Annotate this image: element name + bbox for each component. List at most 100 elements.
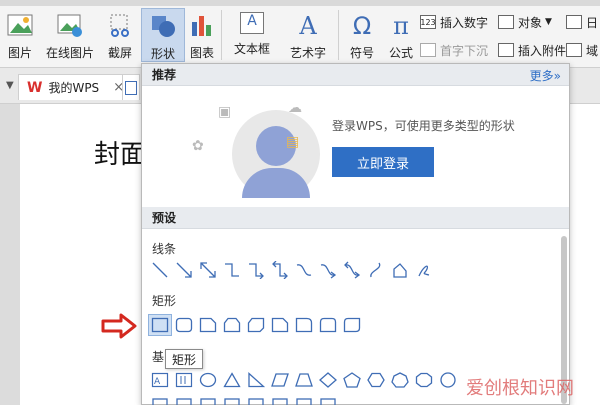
recommend-title: 推荐 bbox=[152, 68, 177, 82]
preset-title: 预设 bbox=[152, 211, 177, 225]
omega-glyph: Ω bbox=[352, 12, 372, 40]
shape-snip-round-corner[interactable] bbox=[268, 314, 292, 336]
object-label: 对象 bbox=[518, 15, 543, 30]
shape-plaque[interactable] bbox=[220, 392, 244, 405]
pi-icon: π bbox=[387, 12, 415, 40]
shape-curved-arrow[interactable] bbox=[316, 259, 340, 281]
rectangle-tooltip: 矩形 bbox=[165, 349, 203, 369]
preset-header: 预设 bbox=[142, 207, 569, 229]
shape-round-diagonal[interactable] bbox=[340, 314, 364, 336]
cloud-icon: ☁ bbox=[288, 100, 302, 116]
insert-number-label: 插入数字 bbox=[440, 15, 489, 30]
shape-curved-double-arrow[interactable] bbox=[340, 259, 364, 281]
field-button[interactable]: 域 bbox=[566, 40, 598, 60]
recommend-header: 推荐 更多» bbox=[142, 64, 569, 86]
shape-diamond[interactable] bbox=[316, 369, 340, 391]
watermark: 爱创根知识网 bbox=[466, 378, 574, 399]
picture-icon bbox=[6, 12, 34, 38]
tab-my-wps-label: 我的WPS bbox=[48, 81, 100, 95]
wordart-label: 艺术字 bbox=[289, 46, 326, 60]
shape-elbow-double-arrow[interactable] bbox=[268, 259, 292, 281]
shape-curve[interactable] bbox=[364, 259, 388, 281]
shape-curved-connector[interactable] bbox=[292, 259, 316, 281]
shape-snip-diagonal[interactable] bbox=[244, 314, 268, 336]
shape-trapezoid[interactable] bbox=[292, 369, 316, 391]
picture-button[interactable]: 图片 bbox=[0, 8, 40, 62]
shape-hexagon[interactable] bbox=[364, 369, 388, 391]
shape-triangle[interactable] bbox=[220, 369, 244, 391]
shape-line[interactable] bbox=[148, 259, 172, 281]
object-icon bbox=[498, 15, 514, 29]
symbol-label: 符号 bbox=[349, 46, 374, 60]
insert-number-button[interactable]: 123 插入数字 bbox=[420, 12, 488, 32]
picture-label: 图片 bbox=[7, 46, 32, 60]
basic-shapes-row-2 bbox=[148, 392, 340, 405]
tab-document[interactable] bbox=[122, 74, 140, 100]
screenshot-button[interactable]: 截屏 bbox=[100, 8, 140, 62]
shape-half-frame[interactable] bbox=[172, 392, 196, 405]
shapes-dropdown-panel: 推荐 更多» ▣ ✿ ☁ ▤ 登录WPS，可使用更多类型的形状 立即登录 预设 … bbox=[141, 63, 570, 405]
symbol-button[interactable]: Ω 符号 bbox=[342, 8, 382, 62]
online-picture-button[interactable]: 在线图片 bbox=[42, 8, 98, 62]
shape-parallelogram[interactable] bbox=[268, 369, 292, 391]
login-button[interactable]: 立即登录 bbox=[332, 147, 434, 177]
lines-row bbox=[148, 259, 436, 281]
wordart-glyph: A bbox=[299, 12, 317, 40]
red-arrow-icon bbox=[101, 313, 137, 339]
insert-attachment-button[interactable]: 插入附件 bbox=[498, 40, 566, 60]
shape-cross[interactable] bbox=[244, 392, 268, 405]
wordart-button[interactable]: A 艺术字 bbox=[282, 8, 334, 62]
shape-rectangle[interactable] bbox=[148, 314, 172, 336]
paperclip-icon bbox=[498, 43, 514, 57]
shape-frame[interactable] bbox=[148, 392, 172, 405]
shape-arrow[interactable] bbox=[172, 259, 196, 281]
shape-double-arrow[interactable] bbox=[196, 259, 220, 281]
shape-can[interactable] bbox=[268, 392, 292, 405]
shape-heptagon[interactable] bbox=[388, 369, 412, 391]
pi-glyph: π bbox=[393, 12, 409, 40]
shape-snip-single-corner[interactable] bbox=[196, 314, 220, 336]
online-picture-icon bbox=[56, 12, 84, 38]
shape-elbow-connector[interactable] bbox=[220, 259, 244, 281]
chart-button[interactable]: 图表 bbox=[187, 8, 217, 62]
shape-snip-same-side[interactable] bbox=[220, 314, 244, 336]
more-link[interactable]: 更多» bbox=[530, 67, 561, 84]
chart-label: 图表 bbox=[189, 46, 214, 60]
shape-l-shape[interactable] bbox=[196, 392, 220, 405]
shape-bevel[interactable] bbox=[316, 392, 340, 405]
shape-decagon[interactable] bbox=[436, 369, 460, 391]
shape-freeform[interactable] bbox=[388, 259, 412, 281]
shape-octagon[interactable] bbox=[412, 369, 436, 391]
object-button[interactable]: 对象 ▼ bbox=[498, 12, 552, 32]
document-icon: ▤ bbox=[286, 134, 300, 150]
shape-round-same-side[interactable] bbox=[316, 314, 340, 336]
textbox-button[interactable]: A 文本框 bbox=[226, 8, 278, 62]
shape-cube[interactable] bbox=[292, 392, 316, 405]
drop-cap-button[interactable]: 首字下沉 bbox=[420, 40, 488, 60]
ribbon-separator bbox=[221, 10, 222, 60]
ribbon-top-strip bbox=[0, 0, 600, 6]
shape-elbow-arrow[interactable] bbox=[244, 259, 268, 281]
shape-rounded-rectangle[interactable] bbox=[172, 314, 196, 336]
chevron-down-icon[interactable]: ▼ bbox=[6, 80, 14, 91]
insert-attachment-label: 插入附件 bbox=[518, 43, 567, 58]
login-message: 登录WPS，可使用更多类型的形状 bbox=[332, 119, 515, 133]
shape-round-single-corner[interactable] bbox=[292, 314, 316, 336]
rectangles-row bbox=[148, 314, 364, 336]
shape-oval[interactable] bbox=[196, 369, 220, 391]
shape-scribble[interactable] bbox=[412, 259, 436, 281]
shape-right-triangle[interactable] bbox=[244, 369, 268, 391]
formula-button[interactable]: π 公式 bbox=[384, 8, 418, 62]
wordart-icon: A bbox=[294, 12, 322, 40]
wps-logo-icon: W bbox=[27, 79, 43, 96]
shape-vertical-textbox[interactable] bbox=[172, 369, 196, 391]
chevron-down-icon: ▼ bbox=[545, 17, 552, 27]
field-icon bbox=[566, 43, 582, 57]
shape-textbox[interactable]: A bbox=[148, 369, 172, 391]
shapes-icon bbox=[149, 13, 177, 39]
shapes-button[interactable]: 形状 bbox=[141, 8, 185, 62]
shape-pentagon[interactable] bbox=[340, 369, 364, 391]
category-lines: 线条 bbox=[152, 242, 177, 256]
tab-my-wps[interactable]: W 我的WPS × bbox=[18, 74, 136, 100]
date-button[interactable]: 日 bbox=[566, 12, 598, 32]
